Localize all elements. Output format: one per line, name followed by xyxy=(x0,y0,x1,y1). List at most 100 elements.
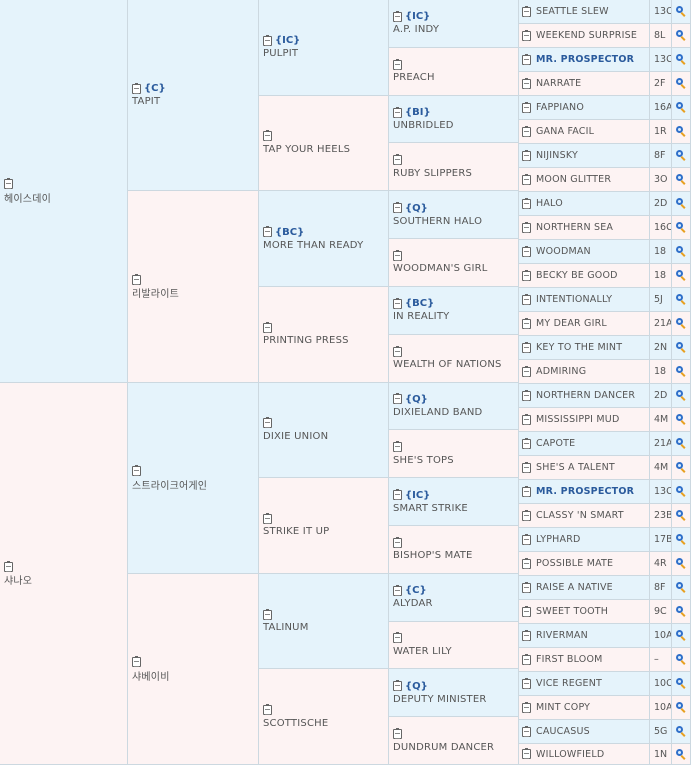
horse-name[interactable]: SOUTHERN HALO xyxy=(393,216,482,227)
clipboard-icon[interactable] xyxy=(132,656,141,668)
magnifier-icon[interactable] xyxy=(675,510,687,521)
clipboard-icon[interactable] xyxy=(263,512,272,524)
magnifier-icon[interactable] xyxy=(675,174,687,185)
magnifier-icon[interactable] xyxy=(675,702,687,713)
horse-name[interactable]: KEY TO THE MINT xyxy=(536,342,622,353)
horse-name[interactable]: 스트라이크어게인 xyxy=(132,477,207,492)
clipboard-icon[interactable] xyxy=(522,605,531,617)
clipboard-icon[interactable] xyxy=(522,437,531,449)
clipboard-icon[interactable] xyxy=(522,173,531,185)
horse-name[interactable]: ADMIRING xyxy=(536,366,586,377)
horse-name[interactable]: 헤이스데이 xyxy=(4,190,51,205)
clipboard-icon[interactable] xyxy=(263,130,272,142)
horse-name[interactable]: IN REALITY xyxy=(393,311,449,322)
magnifier-icon[interactable] xyxy=(675,414,687,425)
horse-name[interactable]: MINT COPY xyxy=(536,702,590,713)
horse-name[interactable]: TAPIT xyxy=(132,96,160,107)
clipboard-icon[interactable] xyxy=(522,701,531,713)
horse-name[interactable]: BECKY BE GOOD xyxy=(536,270,618,281)
clipboard-icon[interactable] xyxy=(522,677,531,689)
horse-name[interactable]: DEPUTY MINISTER xyxy=(393,694,487,705)
magnifier-icon[interactable] xyxy=(675,630,687,641)
horse-name[interactable]: NIJINSKY xyxy=(536,150,578,161)
clipboard-icon[interactable] xyxy=(263,321,272,333)
magnifier-icon[interactable] xyxy=(675,54,687,65)
clipboard-icon[interactable] xyxy=(393,393,402,405)
horse-name[interactable]: SEATTLE SLEW xyxy=(536,6,609,17)
horse-name[interactable]: MORE THAN READY xyxy=(263,240,363,251)
horse-name[interactable]: SHE'S A TALENT xyxy=(536,462,615,473)
magnifier-icon[interactable] xyxy=(675,748,687,760)
horse-name[interactable]: SCOTTISCHE xyxy=(263,718,328,729)
clipboard-icon[interactable] xyxy=(522,5,531,17)
clipboard-icon[interactable] xyxy=(393,58,402,70)
clipboard-icon[interactable] xyxy=(393,489,402,501)
horse-name[interactable]: WEEKEND SURPRISE xyxy=(536,30,637,41)
horse-name[interactable]: NARRATE xyxy=(536,78,581,89)
horse-name[interactable]: TAP YOUR HEELS xyxy=(263,144,350,155)
clipboard-icon[interactable] xyxy=(263,226,272,238)
horse-name[interactable]: PRINTING PRESS xyxy=(263,335,349,346)
horse-name[interactable]: FIRST BLOOM xyxy=(536,654,603,665)
magnifier-icon[interactable] xyxy=(675,270,687,281)
clipboard-icon[interactable] xyxy=(522,77,531,89)
horse-name[interactable]: MR. PROSPECTOR xyxy=(536,486,634,497)
horse-name[interactable]: CAUCASUS xyxy=(536,726,590,737)
clipboard-icon[interactable] xyxy=(393,345,402,357)
horse-name[interactable]: WATER LILY xyxy=(393,646,452,657)
clipboard-icon[interactable] xyxy=(522,29,531,41)
horse-name[interactable]: CAPOTE xyxy=(536,438,575,449)
horse-name[interactable]: DUNDRUM DANCER xyxy=(393,742,494,753)
magnifier-icon[interactable] xyxy=(675,126,687,137)
magnifier-icon[interactable] xyxy=(675,78,687,89)
clipboard-icon[interactable] xyxy=(522,581,531,593)
clipboard-icon[interactable] xyxy=(522,341,531,353)
clipboard-icon[interactable] xyxy=(522,149,531,161)
horse-name[interactable]: TALINUM xyxy=(263,622,309,633)
clipboard-icon[interactable] xyxy=(393,536,402,548)
clipboard-icon[interactable] xyxy=(263,34,272,46)
clipboard-icon[interactable] xyxy=(522,557,531,569)
clipboard-icon[interactable] xyxy=(522,485,531,497)
horse-name[interactable]: NORTHERN DANCER xyxy=(536,390,635,401)
clipboard-icon[interactable] xyxy=(522,461,531,473)
clipboard-icon[interactable] xyxy=(522,629,531,641)
clipboard-icon[interactable] xyxy=(522,125,531,137)
clipboard-icon[interactable] xyxy=(522,53,531,65)
clipboard-icon[interactable] xyxy=(522,413,531,425)
clipboard-icon[interactable] xyxy=(263,417,272,429)
horse-name[interactable]: PREACH xyxy=(393,72,435,83)
magnifier-icon[interactable] xyxy=(675,486,687,497)
clipboard-icon[interactable] xyxy=(393,297,402,309)
clipboard-icon[interactable] xyxy=(393,584,402,596)
horse-name[interactable]: UNBRIDLED xyxy=(393,120,454,131)
horse-name[interactable]: 샤베이비 xyxy=(132,668,170,683)
clipboard-icon[interactable] xyxy=(522,245,531,257)
clipboard-icon[interactable] xyxy=(522,101,531,113)
horse-name[interactable]: DIXIELAND BAND xyxy=(393,407,482,418)
horse-name[interactable]: MISSISSIPPI MUD xyxy=(536,414,619,425)
magnifier-icon[interactable] xyxy=(675,726,687,737)
clipboard-icon[interactable] xyxy=(522,365,531,377)
clipboard-icon[interactable] xyxy=(393,10,402,22)
horse-name[interactable]: FAPPIANO xyxy=(536,102,584,113)
horse-name[interactable]: RIVERMAN xyxy=(536,630,588,641)
horse-name[interactable]: RAISE A NATIVE xyxy=(536,582,613,593)
clipboard-icon[interactable] xyxy=(393,728,402,740)
clipboard-icon[interactable] xyxy=(393,632,402,644)
magnifier-icon[interactable] xyxy=(675,438,687,449)
clipboard-icon[interactable] xyxy=(263,704,272,716)
clipboard-icon[interactable] xyxy=(132,82,141,94)
magnifier-icon[interactable] xyxy=(675,558,687,569)
horse-name[interactable]: POSSIBLE MATE xyxy=(536,558,613,569)
horse-name[interactable]: A.P. INDY xyxy=(393,24,439,35)
magnifier-icon[interactable] xyxy=(675,342,687,353)
horse-name[interactable]: DIXIE UNION xyxy=(263,431,328,442)
horse-name[interactable]: MY DEAR GIRL xyxy=(536,318,607,329)
clipboard-icon[interactable] xyxy=(393,154,402,166)
horse-name[interactable]: PULPIT xyxy=(263,48,298,59)
magnifier-icon[interactable] xyxy=(675,294,687,305)
magnifier-icon[interactable] xyxy=(675,246,687,257)
horse-name[interactable]: STRIKE IT UP xyxy=(263,526,329,537)
horse-name[interactable]: RUBY SLIPPERS xyxy=(393,168,472,179)
